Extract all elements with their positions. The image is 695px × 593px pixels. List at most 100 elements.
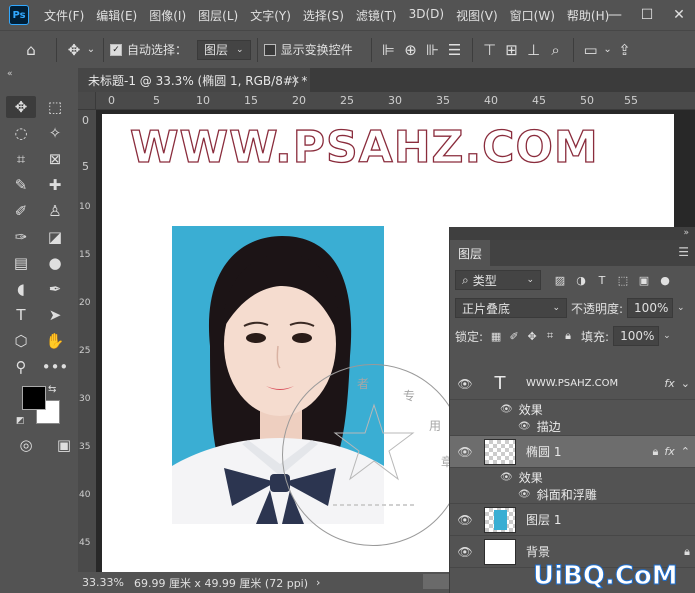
effects-header[interactable]: 👁︎ 效果 [450, 468, 695, 486]
visibility-eye-icon[interactable]: 👁︎ [450, 377, 480, 391]
lasso-tool-icon[interactable]: ◌ [6, 122, 36, 144]
layer-filter-dropdown[interactable]: ⌕ 类型 ⌄ [455, 270, 541, 290]
menu-image[interactable]: 图像(I) [143, 7, 192, 24]
filter-smart-icon[interactable]: ▣ [635, 271, 653, 289]
menu-file[interactable]: 文件(F) [38, 7, 90, 24]
chevron-down-icon[interactable]: ⌄ [602, 39, 614, 61]
filter-adjustment-icon[interactable]: ◑ [572, 271, 590, 289]
lock-pixels-icon[interactable]: ✐ [505, 327, 523, 345]
align-bottom-icon[interactable]: ⊥ [523, 39, 545, 61]
maximize-button[interactable]: ☐ [631, 0, 663, 30]
fill-field[interactable]: 100% [613, 326, 660, 346]
align-left-icon[interactable]: ⊫ [378, 39, 400, 61]
close-button[interactable]: ✕ [663, 0, 695, 30]
chevron-down-icon[interactable]: ⌄ [85, 39, 97, 61]
chevron-down-icon[interactable]: ⌄ [681, 377, 690, 390]
lock-position-icon[interactable]: ✥ [523, 327, 541, 345]
move-tool-icon[interactable]: ✥ [6, 96, 36, 118]
hand-tool-icon[interactable]: ✋ [40, 330, 70, 352]
search-icon[interactable]: ⌕ [545, 39, 567, 61]
visibility-eye-icon[interactable]: 👁︎ [518, 421, 531, 432]
align-center-h-icon[interactable]: ⊕ [400, 39, 422, 61]
auto-select-checkbox[interactable]: ✓ [110, 43, 122, 56]
document-tab[interactable]: 未标题-1 @ 33.3% (椭圆 1, RGB/8#) * ✕ [78, 68, 310, 92]
layer-row-photo[interactable]: 👁︎ 图层 1 [450, 504, 695, 536]
gradient-tool-icon[interactable]: ▤ [6, 252, 36, 274]
ruler-corner[interactable] [78, 92, 96, 110]
visibility-eye-icon[interactable]: 👁︎ [450, 545, 480, 559]
chevron-down-icon[interactable]: ⌄ [663, 331, 671, 341]
workspace-icon[interactable]: ▭ [580, 39, 602, 61]
brush-tool-icon[interactable]: ✐ [6, 200, 36, 222]
filter-pixel-icon[interactable]: ▨ [551, 271, 569, 289]
collapse-chevron-icon[interactable]: « [0, 68, 78, 80]
fx-icon[interactable]: fx [664, 445, 674, 459]
horizontal-ruler[interactable]: 0 5 10 15 20 25 30 35 40 45 50 55 [96, 92, 695, 110]
minimize-button[interactable]: — [599, 0, 631, 30]
shape-tool-icon[interactable]: ⬡ [6, 330, 36, 352]
pen-tool-icon[interactable]: ✒ [40, 278, 70, 300]
chevron-up-icon[interactable]: ⌃ [681, 445, 690, 459]
vertical-ruler[interactable]: 0 5 10 15 20 25 30 35 40 45 [78, 110, 96, 572]
eraser-tool-icon[interactable]: ◪ [40, 226, 70, 248]
menu-3d[interactable]: 3D(D) [403, 7, 450, 24]
move-tool-icon[interactable]: ✥ [63, 39, 85, 61]
panel-collapse-icon[interactable]: » [450, 227, 695, 240]
zoom-tool-icon[interactable]: ⚲ [6, 356, 36, 378]
blend-mode-dropdown[interactable]: 正片叠底 ⌄ [455, 298, 567, 318]
visibility-eye-icon[interactable]: 👁︎ [500, 404, 513, 415]
healing-brush-tool-icon[interactable]: ✚ [40, 174, 70, 196]
fx-icon[interactable]: fx [664, 377, 674, 390]
dodge-tool-icon[interactable]: ◖ [6, 278, 36, 300]
filter-type-icon[interactable]: T [593, 271, 611, 289]
menu-type[interactable]: 文字(Y) [244, 7, 297, 24]
distribute-icon[interactable]: ☰ [444, 39, 466, 61]
swap-colors-icon[interactable]: ⇆ [48, 384, 56, 395]
path-select-tool-icon[interactable]: ➤ [40, 304, 70, 326]
visibility-eye-icon[interactable]: 👁︎ [450, 445, 480, 459]
menu-view[interactable]: 视图(V) [450, 7, 504, 24]
menu-layer[interactable]: 图层(L) [192, 7, 244, 24]
visibility-eye-icon[interactable]: 👁︎ [450, 513, 480, 527]
history-brush-tool-icon[interactable]: ✑ [6, 226, 36, 248]
effect-row[interactable]: 👁︎ 描边 [450, 418, 695, 436]
filter-toggle-icon[interactable]: ● [656, 271, 674, 289]
layer-row-ellipse[interactable]: 👁︎ 椭圆 1 🔒︎ fx ⌃ [450, 436, 695, 468]
lock-artboard-icon[interactable]: ⌗ [541, 327, 559, 345]
menu-select[interactable]: 选择(S) [297, 7, 350, 24]
opacity-field[interactable]: 100% [627, 298, 674, 318]
crop-tool-icon[interactable]: ⌗ [6, 148, 36, 170]
menu-window[interactable]: 窗口(W) [504, 7, 561, 24]
more-tools-icon[interactable]: ••• [40, 356, 70, 378]
type-tool-icon[interactable]: T [6, 304, 36, 326]
magic-wand-tool-icon[interactable]: ✧ [40, 122, 70, 144]
align-middle-v-icon[interactable]: ⊞ [501, 39, 523, 61]
close-icon[interactable]: ✕ [291, 74, 300, 87]
auto-select-dropdown[interactable]: 图层 ⌄ [197, 39, 251, 60]
menu-filter[interactable]: 滤镜(T) [350, 7, 403, 24]
eyedropper-tool-icon[interactable]: ✎ [6, 174, 36, 196]
foreground-color[interactable] [22, 386, 46, 410]
panel-menu-icon[interactable]: ☰ [678, 245, 689, 259]
visibility-eye-icon[interactable]: 👁︎ [500, 472, 513, 483]
frame-tool-icon[interactable]: ⊠ [40, 148, 70, 170]
layer-row-text[interactable]: 👁︎ T WWW.PSAHZ.COM fx ⌄ [450, 368, 695, 400]
home-icon[interactable]: ⌂ [20, 39, 42, 61]
seal-ellipse-layer[interactable]: 者 专 用 章 [282, 364, 464, 546]
quick-mask-icon[interactable]: ◎ [12, 434, 40, 456]
default-colors-icon[interactable]: ◩ [16, 416, 25, 426]
show-transform-checkbox[interactable] [263, 43, 276, 56]
align-right-icon[interactable]: ⊪ [422, 39, 444, 61]
effects-header[interactable]: 👁︎ 效果 [450, 400, 695, 418]
horizontal-scrollbar[interactable] [423, 574, 449, 589]
blur-tool-icon[interactable]: ● [40, 252, 70, 274]
tab-layers[interactable]: 图层 [450, 240, 490, 266]
chevron-down-icon[interactable]: ⌄ [677, 303, 685, 313]
status-arrow-icon[interactable]: › [316, 576, 320, 589]
lock-all-icon[interactable]: 🔒︎ [559, 327, 577, 345]
filter-shape-icon[interactable]: ⬚ [614, 271, 632, 289]
lock-transparent-icon[interactable]: ▦ [487, 327, 505, 345]
share-icon[interactable]: ⇪ [614, 39, 636, 61]
marquee-tool-icon[interactable]: ⬚ [40, 96, 70, 118]
canvas-text-layer[interactable]: WWW.PSAHZ.COM [129, 121, 599, 173]
